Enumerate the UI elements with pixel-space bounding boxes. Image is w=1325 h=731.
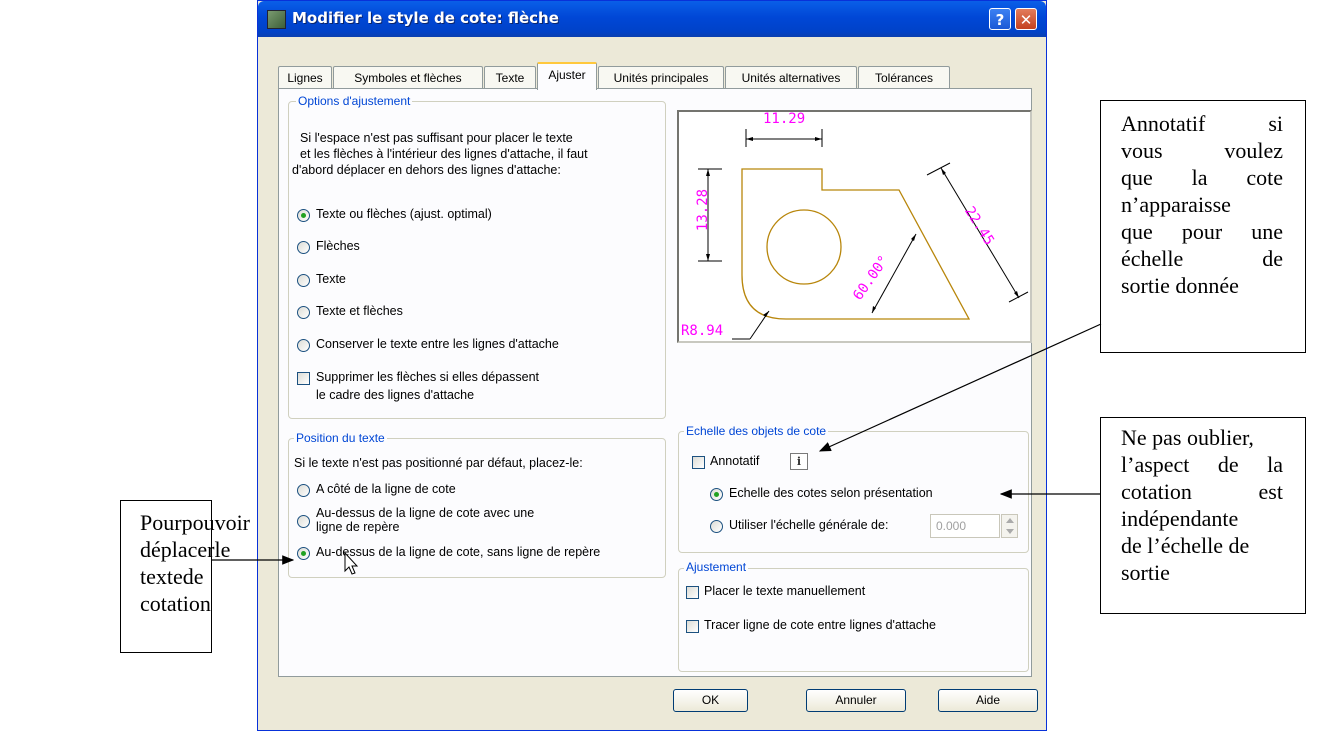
arrow-to-annotatif (818, 323, 1102, 452)
annotation-arrows (211, 323, 1102, 565)
tab-ajuster[interactable]: Ajuster (537, 62, 597, 90)
